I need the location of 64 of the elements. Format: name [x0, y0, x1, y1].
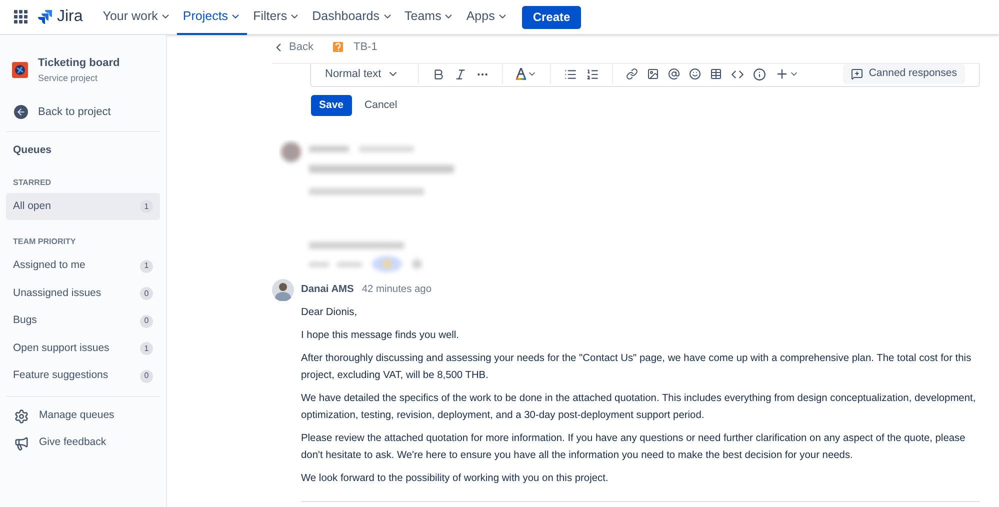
comment-time: 42 minutes ago: [362, 283, 432, 297]
queue-item[interactable]: Open support issues 1: [6, 334, 160, 362]
queue-item[interactable]: Unassigned issues 0: [6, 280, 160, 308]
image-icon[interactable]: [647, 68, 659, 80]
comment-paragraph: I hope this message finds you well.: [301, 329, 460, 343]
nav-menu-item[interactable]: Dashboards: [306, 0, 398, 34]
queue-item[interactable]: Assigned to me 1: [6, 252, 160, 280]
question-icon: [335, 43, 342, 51]
comment-paragraph: Please review the attached quotation for more information. If you have any questions or need further clarification on any aspect of the quote, please don't hesitate to ask. We're here to ensure you have all the information you need to make the best decision for your needs.: [301, 432, 966, 463]
section-heading: STARRED: [12, 176, 52, 189]
sidebar-link[interactable]: Give feedback: [6, 430, 160, 457]
canned-responses-button[interactable]: Canned responses: [842, 64, 965, 84]
queue-count: 0: [140, 287, 153, 300]
nav-menu-item[interactable]: Projects: [176, 0, 248, 34]
app-grid-icon[interactable]: [14, 10, 28, 24]
comment-paragraph: Dear Dionis,: [301, 306, 358, 320]
nav-menu-item[interactable]: Your work: [96, 0, 177, 34]
queue-count: 1: [140, 200, 153, 213]
logo-icon: [37, 9, 53, 25]
italic-icon[interactable]: [454, 68, 467, 80]
queues-heading: Queues: [12, 143, 53, 158]
table-icon[interactable]: [710, 68, 722, 80]
issue-key-link[interactable]: TB-1: [353, 38, 378, 56]
mention-icon[interactable]: [668, 68, 680, 80]
info-icon[interactable]: [753, 68, 766, 80]
avatar: [272, 279, 294, 301]
link-icon[interactable]: [626, 68, 638, 80]
nav-menu-item[interactable]: Apps: [460, 0, 514, 34]
back-arrow-icon: [16, 107, 26, 117]
comment-author: Danai AMS: [301, 283, 354, 297]
create-button[interactable]: Create: [522, 6, 582, 28]
queue-item[interactable]: All open 1: [6, 192, 160, 220]
nav-menu-item[interactable]: Teams: [398, 0, 460, 34]
queue-count: 0: [140, 370, 153, 382]
comment-paragraph: After thoroughly discussing and assessing your needs for the "Contact Us" page, we have come up with a comprehensive plan. The total cost for this project, excluding VAT, will be 8,500 THB.: [301, 352, 972, 383]
queue-count: 1: [140, 342, 153, 355]
back-to-project-link[interactable]: Back to project: [6, 101, 160, 123]
comment-paragraph: We look forward to the possibility of working with you on this project.: [301, 472, 610, 486]
queue-count: 1: [140, 260, 153, 272]
text-style-dropdown[interactable]: Normal text: [325, 66, 405, 82]
bullet-list-icon[interactable]: [564, 68, 577, 80]
insert-icon[interactable]: [775, 67, 799, 81]
project-type: Service project: [38, 72, 99, 85]
save-button[interactable]: Save: [311, 95, 352, 116]
cancel-button[interactable]: Cancel: [360, 95, 402, 116]
comment-paragraph: We have detailed the specifics of the work to be done in the attached quotation. This includes everything from design conceptualization, development, optimization, testing, revision, deployment, and a 30-day post-deployment support period.: [301, 392, 977, 423]
code-icon[interactable]: [731, 68, 744, 80]
queue-item[interactable]: Bugs 0: [6, 307, 160, 335]
emoji-icon[interactable]: [689, 68, 701, 80]
text-color-icon[interactable]: [516, 68, 537, 80]
sidebar-link[interactable]: Manage queues: [6, 402, 160, 430]
nav-menu-item[interactable]: Filters: [247, 0, 306, 34]
bold-icon[interactable]: [432, 68, 445, 80]
queue-count: 0: [140, 314, 153, 328]
numbered-list-icon[interactable]: [586, 68, 599, 80]
back-link[interactable]: Back: [272, 38, 314, 56]
project-avatar-icon: [12, 62, 28, 78]
speech-bubble-icon: [850, 68, 863, 80]
megaphone-icon: [14, 436, 29, 451]
queue-item[interactable]: Feature suggestions 0: [6, 362, 160, 390]
settings-icon: [14, 408, 29, 424]
product-name: Jira: [57, 7, 83, 27]
section-heading: TEAM PRIORITY: [12, 236, 77, 248]
project-name: Ticketing board: [38, 56, 120, 71]
